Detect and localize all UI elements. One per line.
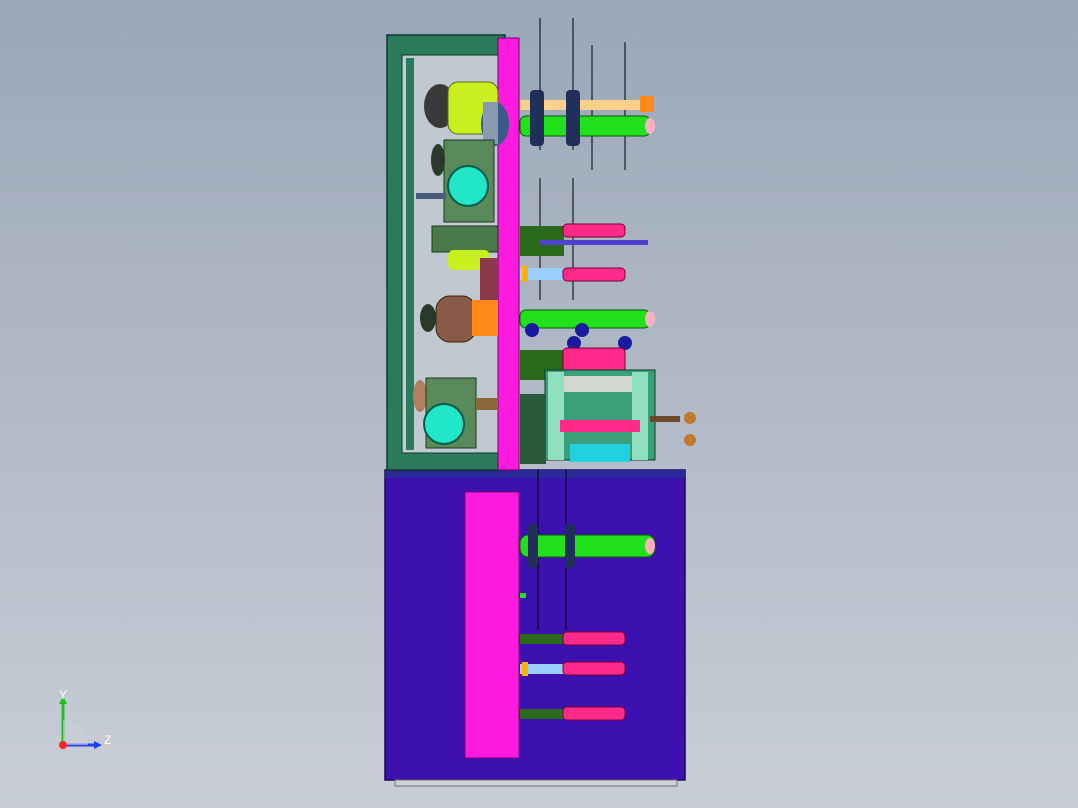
model-view[interactable] <box>0 0 1078 808</box>
triad-z-label: Z <box>104 733 112 747</box>
top-spool-assembly[interactable] <box>519 18 655 170</box>
machine-cabinet[interactable] <box>384 469 686 787</box>
cad-viewport[interactable]: Y Z <box>0 0 1078 808</box>
drive-panel <box>497 37 520 471</box>
triad-y-label: Y <box>59 688 68 702</box>
tension-unit[interactable] <box>520 369 696 464</box>
mid-roller-set[interactable] <box>519 178 655 380</box>
cabinet-panel <box>464 491 520 759</box>
